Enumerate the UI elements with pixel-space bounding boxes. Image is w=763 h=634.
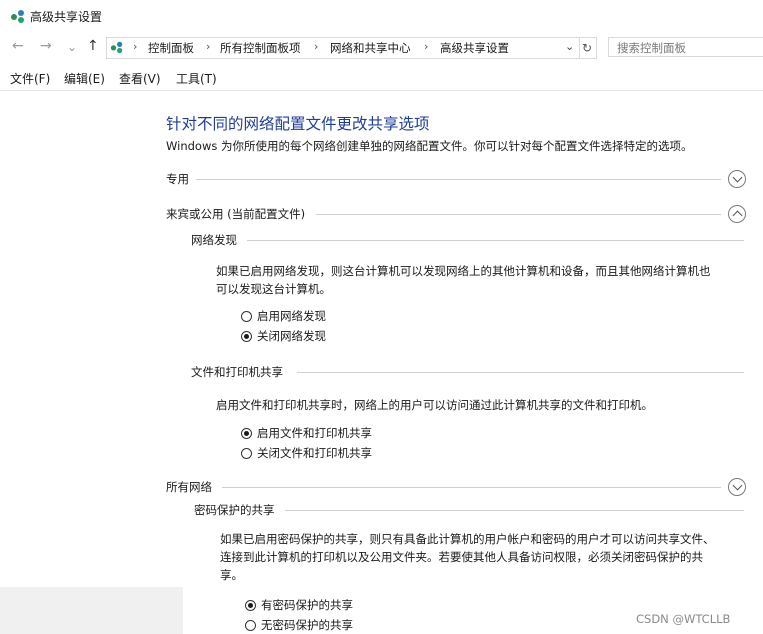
refresh-button[interactable]: ↻: [578, 37, 597, 59]
back-button[interactable]: ←: [12, 38, 24, 54]
chevron-up-icon: [732, 210, 743, 221]
search-input[interactable]: 搜索控制面板: [608, 37, 763, 57]
breadcrumb-advanced-sharing[interactable]: 高级共享设置: [440, 40, 509, 56]
password-sharing-text-line1: 如果已启用密码保护的共享，则只有具备此计算机的用户帐户和密码的用户才可以访问共享…: [220, 532, 715, 546]
forward-button[interactable]: →: [40, 38, 52, 54]
menu-edit[interactable]: 编辑(E): [64, 70, 105, 87]
radio-button[interactable]: [241, 310, 252, 322]
expand-private-button[interactable]: [728, 170, 746, 188]
divider: [222, 487, 721, 488]
recent-locations-button[interactable]: ⌄: [67, 40, 77, 54]
divider: [247, 240, 744, 241]
radio-label: 无密码保护的共享: [261, 618, 353, 632]
menu-tools[interactable]: 工具(T): [176, 70, 217, 87]
network-discovery-text-line2: 可以发现这台计算机。: [216, 282, 331, 296]
divider: [285, 510, 744, 511]
network-discovery-text-line1: 如果已启用网络发现，则这台计算机可以发现网络上的其他计算机和设备，而且其他网络计…: [216, 264, 711, 278]
breadcrumb-separator: ›: [424, 40, 429, 53]
breadcrumb-control-panel[interactable]: 控制面板: [148, 40, 194, 56]
menu-view[interactable]: 查看(V): [119, 70, 161, 87]
control-panel-icon: [110, 41, 123, 54]
radio-password-on[interactable]: 有密码保护的共享: [245, 597, 353, 613]
breadcrumb-all-items[interactable]: 所有控制面板项: [220, 40, 301, 56]
radio-disable-file-printer[interactable]: 关闭文件和打印机共享: [241, 445, 372, 461]
title-bar: [0, 0, 763, 32]
left-pane-footer: [0, 587, 183, 634]
radio-button-selected[interactable]: [241, 330, 252, 342]
password-sharing-text-line3: 享。: [220, 568, 243, 582]
watermark: CSDN @WTCLLB: [636, 612, 731, 626]
radio-button[interactable]: [245, 619, 256, 631]
file-printer-text: 启用文件和打印机共享时，网络上的用户可以访问通过此计算机共享的文件和打印机。: [216, 398, 653, 412]
chevron-down-icon: [732, 480, 743, 491]
radio-label: 关闭文件和打印机共享: [257, 446, 372, 460]
radio-password-off[interactable]: 无密码保护的共享: [245, 617, 353, 633]
radio-enable-file-printer[interactable]: 启用文件和打印机共享: [241, 425, 372, 441]
radio-label: 启用文件和打印机共享: [257, 426, 372, 440]
collapse-guest-button[interactable]: [728, 205, 746, 223]
breadcrumb-separator: ›: [206, 40, 211, 53]
radio-label: 关闭网络发现: [257, 329, 326, 343]
network-sharing-icon: [11, 10, 24, 23]
divider: [297, 372, 744, 373]
menu-file[interactable]: 文件(F): [10, 70, 50, 87]
divider: [316, 214, 721, 215]
profile-private-label[interactable]: 专用: [166, 171, 189, 187]
radio-button[interactable]: [241, 447, 252, 459]
radio-disable-discovery[interactable]: 关闭网络发现: [241, 328, 326, 344]
password-sharing-title: 密码保护的共享: [194, 503, 275, 517]
divider: [196, 179, 721, 180]
profile-guest-label[interactable]: 来宾或公用 (当前配置文件): [166, 206, 305, 222]
page-title: 针对不同的网络配置文件更改共享选项: [166, 115, 430, 133]
radio-label: 启用网络发现: [257, 309, 326, 323]
radio-label: 有密码保护的共享: [261, 598, 353, 612]
file-printer-title: 文件和打印机共享: [191, 365, 283, 379]
window-title: 高级共享设置: [30, 10, 103, 24]
page-description: Windows 为你所使用的每个网络创建单独的网络配置文件。你可以针对每个配置文…: [166, 139, 693, 153]
radio-button-selected[interactable]: [245, 599, 256, 611]
radio-button-selected[interactable]: [241, 427, 252, 439]
left-pane: [0, 91, 183, 587]
chevron-down-icon: [732, 172, 743, 183]
network-discovery-title: 网络发现: [191, 233, 237, 247]
expand-all-networks-button[interactable]: [728, 478, 746, 496]
up-button[interactable]: ↑: [87, 38, 99, 54]
profile-all-label[interactable]: 所有网络: [166, 479, 212, 495]
password-sharing-text-line2: 连接到此计算机的打印机以及公用文件夹。若要使其他人具备访问权限，必须关闭密码保护…: [220, 550, 703, 564]
chevron-down-icon[interactable]: ⌄: [565, 40, 574, 53]
radio-enable-discovery[interactable]: 启用网络发现: [241, 308, 326, 324]
breadcrumb-network-center[interactable]: 网络和共享中心: [330, 40, 411, 56]
breadcrumb-separator: ›: [133, 40, 138, 53]
breadcrumb-separator: ›: [314, 40, 319, 53]
